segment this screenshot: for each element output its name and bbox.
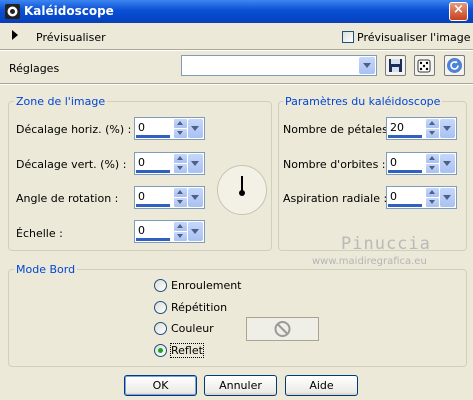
spin-down-icon[interactable] [426, 129, 439, 138]
title-bar: Kaléidoscope × [0, 0, 473, 23]
window-title: Kaléidoscope [24, 4, 114, 18]
scale-value[interactable]: 0 [138, 224, 145, 237]
spin-up-icon[interactable] [426, 119, 439, 128]
radial-suction-label: Aspiration radiale : [283, 192, 388, 205]
randomize-button[interactable] [414, 55, 435, 76]
horizontal-offset-value[interactable]: 0 [138, 121, 145, 134]
spin-buttons[interactable] [426, 154, 439, 173]
spin-buttons[interactable] [426, 119, 439, 138]
vertical-offset-label: Décalage vert. (%) : [16, 158, 127, 171]
spin-up-icon[interactable] [426, 188, 439, 197]
spin-buttons[interactable] [426, 188, 439, 207]
settings-label: Réglages [9, 62, 60, 75]
vertical-offset-value[interactable]: 0 [138, 156, 145, 169]
radio-reflect[interactable] [154, 344, 167, 357]
petals-label: Nombre de pétales : [283, 123, 396, 136]
spin-buttons[interactable] [174, 119, 187, 138]
value-bar [136, 238, 170, 241]
value-bar [136, 170, 170, 173]
rotation-dial[interactable] [217, 165, 267, 215]
orbits-label: Nombre d'orbites : [283, 158, 386, 171]
spin-up-icon[interactable] [174, 119, 187, 128]
app-icon [5, 4, 20, 19]
value-bar [136, 135, 170, 138]
expand-arrow-icon[interactable] [12, 30, 18, 40]
chevron-down-icon[interactable] [440, 188, 455, 207]
radio-color[interactable] [154, 322, 167, 335]
radial-suction-value[interactable]: 0 [390, 190, 397, 203]
edge-mode-title: Mode Bord [14, 263, 78, 276]
radio-color-label[interactable]: Couleur [171, 322, 214, 335]
value-bar [388, 135, 422, 138]
spin-up-icon[interactable] [174, 188, 187, 197]
chevron-down-icon[interactable] [359, 57, 375, 74]
preview-image-label: Prévisualiser l'image [357, 31, 471, 44]
spin-down-icon[interactable] [174, 164, 187, 173]
spin-up-icon[interactable] [174, 222, 187, 231]
reset-arrow-icon [447, 58, 462, 73]
preview-row: Prévisualiser Prévisualiser l'image [0, 24, 473, 50]
vertical-offset-spinner[interactable]: 0 [134, 152, 205, 175]
close-button[interactable]: × [449, 2, 468, 21]
radio-repeat[interactable] [154, 301, 167, 314]
radio-wrap[interactable] [154, 279, 167, 292]
image-zone-title: Zone de l'image [14, 95, 108, 108]
value-bar [136, 204, 170, 207]
horizontal-offset-label: Décalage horiz. (%) : [16, 123, 132, 136]
spin-buttons[interactable] [174, 188, 187, 207]
watermark-name: Pinuccia [341, 234, 431, 254]
spin-down-icon[interactable] [174, 129, 187, 138]
chevron-down-icon[interactable] [188, 119, 203, 138]
cancel-button[interactable]: Annuler [204, 375, 277, 396]
chevron-down-icon[interactable] [188, 154, 203, 173]
preview-image-checkbox[interactable] [342, 31, 354, 43]
dial-needle-icon [239, 176, 245, 196]
watermark-url: www.maidiregrafica.eu [312, 256, 427, 267]
dice-icon [417, 59, 431, 73]
chevron-down-icon[interactable] [440, 154, 455, 173]
chevron-down-icon[interactable] [188, 222, 203, 241]
no-color-icon [274, 321, 291, 337]
value-bar [388, 204, 422, 207]
spin-down-icon[interactable] [426, 198, 439, 207]
rotation-angle-value[interactable]: 0 [138, 190, 145, 203]
scale-spinner[interactable]: 0 [134, 220, 205, 243]
spin-buttons[interactable] [174, 154, 187, 173]
color-swatch[interactable] [246, 317, 319, 341]
value-bar [388, 170, 422, 173]
kaleidoscope-params-title: Paramètres du kaléidoscope [283, 95, 443, 108]
ok-button[interactable]: OK [124, 375, 197, 396]
spin-down-icon[interactable] [174, 198, 187, 207]
radio-repeat-label[interactable]: Répétition [171, 301, 227, 314]
spin-down-icon[interactable] [426, 164, 439, 173]
settings-dropdown[interactable] [181, 55, 377, 76]
chevron-down-icon[interactable] [188, 188, 203, 207]
floppy-disk-icon [389, 59, 402, 72]
radial-suction-spinner[interactable]: 0 [386, 186, 457, 209]
scale-label: Échelle : [16, 227, 63, 240]
spin-down-icon[interactable] [174, 232, 187, 241]
orbits-value[interactable]: 0 [390, 156, 397, 169]
rotation-angle-label: Angle de rotation : [16, 192, 119, 205]
reset-button[interactable] [444, 55, 465, 76]
spin-up-icon[interactable] [426, 154, 439, 163]
preview-label: Prévisualiser [36, 31, 106, 44]
close-icon: × [453, 2, 464, 17]
spin-up-icon[interactable] [174, 154, 187, 163]
help-button[interactable]: Aide [285, 375, 358, 396]
petals-value[interactable]: 20 [390, 121, 404, 134]
horizontal-offset-spinner[interactable]: 0 [134, 117, 205, 140]
rotation-angle-spinner[interactable]: 0 [134, 186, 205, 209]
divider [0, 50, 473, 51]
petals-spinner[interactable]: 20 [386, 117, 457, 140]
save-preset-button[interactable] [385, 55, 406, 76]
radio-wrap-label[interactable]: Enroulement [171, 279, 242, 292]
divider [0, 84, 473, 85]
chevron-down-icon[interactable] [440, 119, 455, 138]
orbits-spinner[interactable]: 0 [386, 152, 457, 175]
spin-buttons[interactable] [174, 222, 187, 241]
radio-reflect-label[interactable]: Reflet [170, 343, 204, 358]
